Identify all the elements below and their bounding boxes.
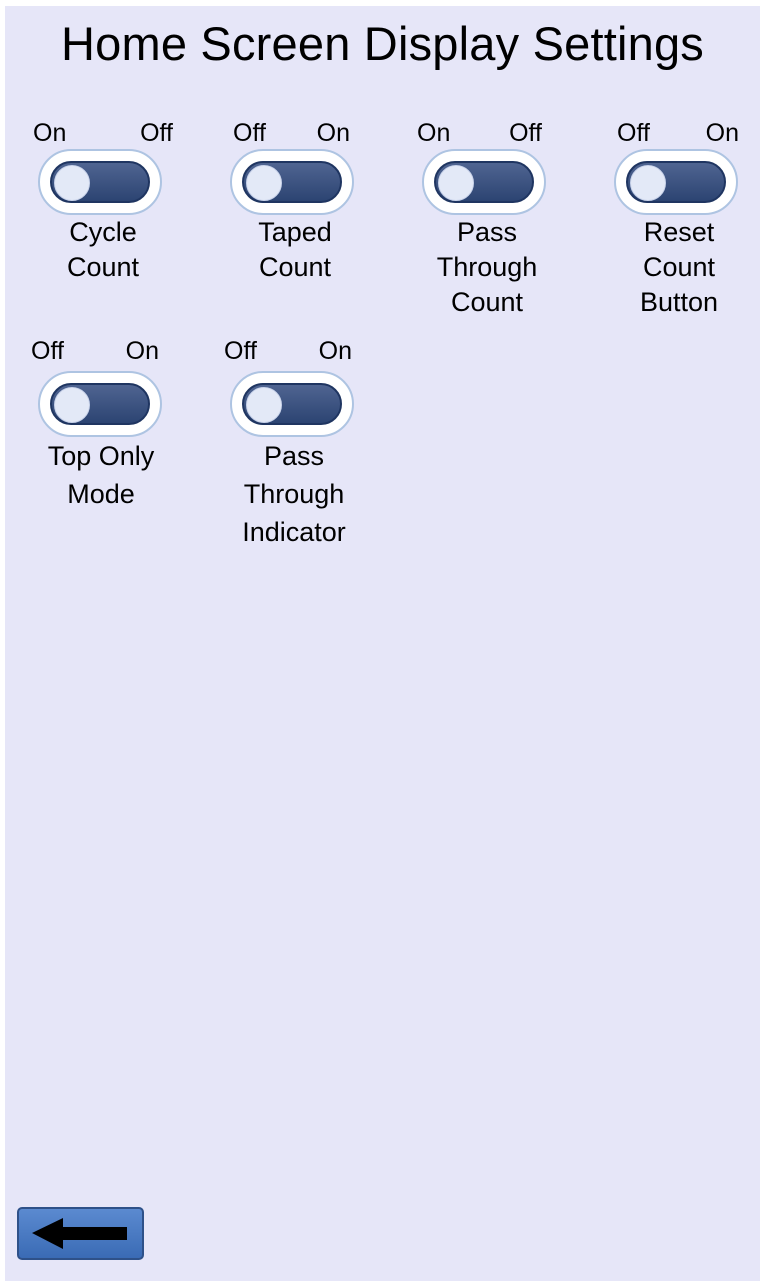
taped-count-switch[interactable]: [230, 149, 354, 215]
toggle-name-line: Taped: [258, 217, 332, 247]
toggle-left-label: Off: [617, 119, 650, 147]
switch-knob: [246, 165, 282, 201]
switch-knob: [246, 387, 282, 423]
toggle-name-line: Count: [258, 252, 332, 282]
toggle-name-line: Top Only: [47, 441, 155, 471]
toggle-state-labels: On Off: [33, 119, 173, 149]
toggle-state-labels: Off On: [609, 119, 749, 149]
toggle-left-label: Off: [31, 337, 64, 365]
toggle-reset-count-button: Off On Reset Count Button: [609, 119, 749, 320]
toggle-name-line: Through: [436, 252, 538, 282]
toggle-name: Cycle Count: [33, 215, 173, 285]
toggle-name-line: Pass: [263, 441, 325, 471]
cycle-count-switch[interactable]: [38, 149, 162, 215]
toggle-right-label: Off: [140, 119, 173, 147]
toggle-name-line: Count: [450, 287, 524, 317]
toggle-state-labels: Off On: [31, 337, 171, 367]
toggle-right-label: On: [705, 119, 739, 147]
toggle-name-line: Count: [66, 252, 140, 282]
page-title: Home Screen Display Settings: [61, 17, 704, 70]
toggle-right-label: On: [316, 119, 350, 147]
switch-knob: [438, 165, 474, 201]
toggle-name-line: Count: [642, 252, 716, 282]
reset-count-button-switch[interactable]: [614, 149, 738, 215]
settings-panel: Home Screen Display Settings On Off Cycl…: [5, 6, 760, 1281]
toggle-top-only-mode: Off On Top Only Mode: [31, 337, 171, 513]
toggle-name-line: Indicator: [242, 517, 346, 547]
switch-knob: [54, 165, 90, 201]
toggle-left-label: On: [417, 119, 451, 147]
toggle-left-label: On: [33, 119, 67, 147]
toggle-state-labels: On Off: [417, 119, 557, 149]
toggle-name: Reset Count Button: [609, 215, 749, 320]
switch-knob: [54, 387, 90, 423]
toggle-right-label: Off: [509, 119, 542, 147]
toggle-right-label: On: [318, 337, 352, 365]
arrow-left-icon: [32, 1218, 127, 1249]
toggle-taped-count: Off On Taped Count: [225, 119, 365, 285]
toggle-name-line: Pass: [456, 217, 518, 247]
toggle-name: Taped Count: [225, 215, 365, 285]
toggle-name-line: Reset: [643, 217, 715, 247]
switch-knob: [630, 165, 666, 201]
toggle-right-label: On: [125, 337, 159, 365]
toggle-name: Pass Through Indicator: [224, 437, 364, 551]
toggle-left-label: Off: [233, 119, 266, 147]
toggle-pass-through-indicator: Off On Pass Through Indicator: [224, 337, 364, 551]
toggle-state-labels: Off On: [225, 119, 365, 149]
pass-through-indicator-switch[interactable]: [230, 371, 354, 437]
pass-through-count-switch[interactable]: [422, 149, 546, 215]
toggle-name-line: Mode: [67, 479, 135, 509]
toggle-name: Pass Through Count: [417, 215, 557, 320]
toggle-state-labels: Off On: [224, 337, 364, 367]
top-only-mode-switch[interactable]: [38, 371, 162, 437]
toggle-cycle-count: On Off Cycle Count: [33, 119, 173, 285]
back-button[interactable]: [17, 1207, 144, 1260]
toggle-name-line: Cycle: [69, 217, 137, 247]
toggle-name-line: Through: [243, 479, 345, 509]
toggle-pass-through-count: On Off Pass Through Count: [417, 119, 557, 320]
toggle-name-line: Button: [639, 287, 719, 317]
toggle-name: Top Only Mode: [31, 437, 171, 513]
toggle-left-label: Off: [224, 337, 257, 365]
